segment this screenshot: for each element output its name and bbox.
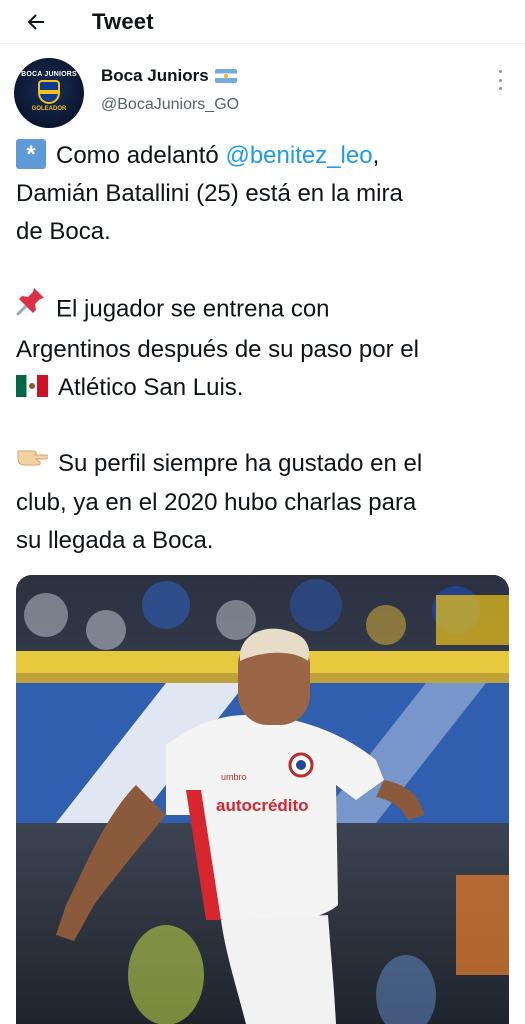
paragraph-3: Su perfil siempre ha gustado en el club, … xyxy=(16,445,516,560)
pointing-hand-icon xyxy=(16,443,49,481)
paragraph-2-text-end: Atlético San Luis. xyxy=(58,374,244,401)
tweet-text: * Como adelantó @benitez_leo, Damián Batal… xyxy=(16,137,516,598)
jersey-brand: umbro xyxy=(221,772,247,782)
more-vertical-icon[interactable] xyxy=(495,68,505,92)
page-title: Tweet xyxy=(92,8,154,34)
paragraph-1: * Como adelantó @benitez_leo, Damián Batal… xyxy=(16,137,516,251)
photo-illustration: autocrédito umbro xyxy=(16,575,509,1024)
author-name-row[interactable]: Boca Juniors xyxy=(101,66,237,86)
asterisk-icon: * xyxy=(16,138,46,169)
flag-mexico-icon xyxy=(16,374,48,397)
pushpin-icon xyxy=(16,286,46,328)
top-bar: Tweet xyxy=(0,0,525,44)
mention-link[interactable]: @benitez_leo xyxy=(225,142,372,169)
flag-argentina-icon xyxy=(214,69,237,83)
tweet-header: BOCA JUNIORS GOLEADOR Boca Juniors @Boca… xyxy=(0,56,525,128)
paragraph-2-text: El jugador se entrena con Argentinos desp… xyxy=(16,295,419,363)
author-name[interactable]: Boca Juniors xyxy=(101,66,209,86)
avatar-text-bottom: GOLEADOR xyxy=(31,106,67,112)
author-handle[interactable]: @BocaJuniors_GO xyxy=(101,96,239,114)
paragraph-3-text: Su perfil siempre ha gustado en el club, … xyxy=(16,450,423,554)
crest-icon xyxy=(38,80,60,104)
avatar-text-top: BOCA JUNIORS xyxy=(21,71,77,78)
tweet-photo[interactable]: autocrédito umbro xyxy=(16,575,509,1024)
arrow-left-icon xyxy=(27,13,44,30)
back-button[interactable] xyxy=(6,0,66,44)
paragraph-2: El jugador se entrena con Argentinos desp… xyxy=(16,286,516,407)
paragraph-1-text: Como adelantó xyxy=(56,142,226,169)
jersey-sponsor: autocrédito xyxy=(216,796,309,815)
avatar[interactable]: BOCA JUNIORS GOLEADOR xyxy=(14,58,84,128)
